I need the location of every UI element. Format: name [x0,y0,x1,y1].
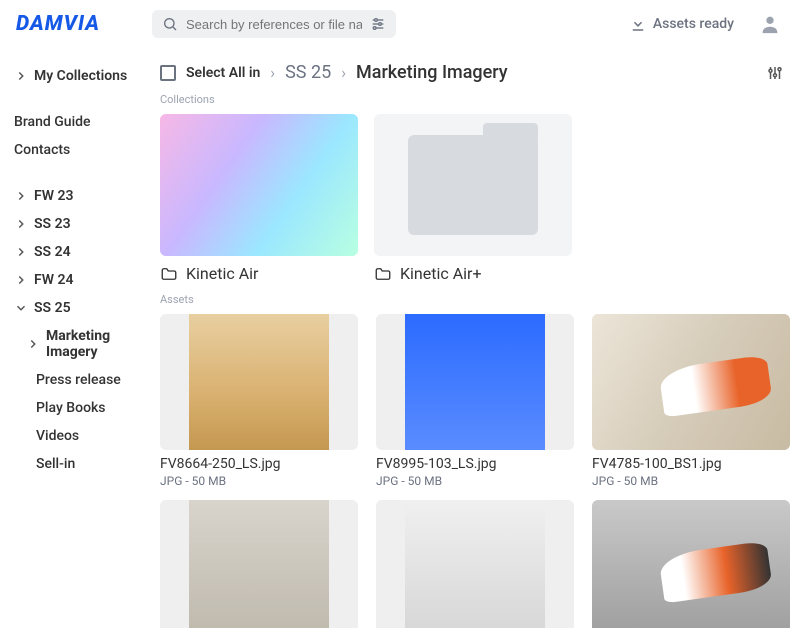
chevron-down-icon [14,301,28,315]
sidebar-item-label: Sell-in [36,456,75,472]
sidebar-season-ss24[interactable]: SS 24 [14,238,160,266]
assets-ready-button[interactable]: Assets ready [629,15,734,33]
sidebar-season-ss25[interactable]: SS 25 [14,294,160,322]
assets-section-label: Assets [160,293,784,306]
collection-name: Kinetic Air [186,264,258,283]
asset-thumb [160,314,358,450]
asset-filename: FV8664-250_LS.jpg [160,456,358,472]
search-box[interactable] [152,10,396,38]
asset-card[interactable]: FV4785-100_BS1.jpg JPG - 50 MB [592,314,790,488]
asset-filename: FV4785-100_BS1.jpg [592,456,790,472]
sidebar-item-label: Press release [36,372,121,388]
chevron-right-icon [14,217,28,231]
sidebar-sell-in[interactable]: Sell-in [26,450,160,478]
sidebar-brand-guide[interactable]: Brand Guide [14,108,160,136]
asset-filename: FV8995-103_LS.jpg [376,456,574,472]
sidebar-press-release[interactable]: Press release [26,366,160,394]
search-input[interactable] [186,17,362,32]
sidebar-item-label: SS 25 [34,300,71,316]
asset-card[interactable]: FV8995-103_LS.jpg JPG - 50 MB [376,314,574,488]
select-all-checkbox[interactable] [160,65,176,81]
sidebar-contacts[interactable]: Contacts [14,136,160,164]
sidebar-season-fw24[interactable]: FW 24 [14,266,160,294]
sidebar: My Collections Brand Guide Contacts FW 2… [0,48,160,628]
asset-meta: JPG - 50 MB [376,474,574,488]
collection-card[interactable]: Kinetic Air+ [374,114,572,283]
breadcrumb-bar: Select All in › SS 25 › Marketing Imager… [160,62,784,83]
chevron-right-icon [14,69,28,83]
search-icon [162,16,178,32]
asset-meta: JPG - 50 MB [160,474,358,488]
brand-logo[interactable]: DAMVIA [16,12,100,36]
select-all-label: Select All in [186,65,260,81]
user-menu[interactable] [756,10,784,38]
chevron-right-icon [14,245,28,259]
chevron-right-icon: › [341,63,346,82]
breadcrumb-current: Marketing Imagery [356,62,508,83]
sliders-icon [766,64,784,82]
filter-sliders-icon[interactable] [370,16,386,32]
asset-thumb [592,500,790,628]
empty-folder-icon [408,135,538,235]
collection-thumb [160,114,358,256]
asset-card[interactable] [376,500,574,628]
sidebar-my-collections[interactable]: My Collections [14,62,160,90]
download-icon [629,15,647,33]
sidebar-item-label: Contacts [14,142,70,158]
sidebar-season-ss23[interactable]: SS 23 [14,210,160,238]
asset-thumb [592,314,790,450]
asset-thumb [376,314,574,450]
breadcrumb-ss25[interactable]: SS 25 [285,62,331,83]
user-icon [759,13,781,35]
sidebar-item-label: SS 23 [34,216,71,232]
sidebar-marketing-imagery[interactable]: Marketing Imagery [26,322,160,366]
sidebar-item-label: SS 24 [34,244,71,260]
sidebar-season-fw23[interactable]: FW 23 [14,182,160,210]
collection-name: Kinetic Air+ [400,264,482,283]
sidebar-item-label: Marketing Imagery [46,328,160,360]
sidebar-item-label: My Collections [34,68,127,84]
asset-meta: JPG - 50 MB [592,474,790,488]
asset-card[interactable] [592,500,790,628]
asset-card[interactable]: FV8664-250_LS.jpg JPG - 50 MB [160,314,358,488]
sidebar-item-label: Brand Guide [14,114,91,130]
folder-icon [160,265,178,283]
collection-thumb [374,114,572,256]
folder-icon [374,265,392,283]
main-content: Select All in › SS 25 › Marketing Imager… [160,48,800,628]
settings-sliders-button[interactable] [766,64,784,82]
asset-thumb [376,500,574,628]
asset-thumb [160,500,358,628]
sidebar-item-label: Videos [36,428,79,444]
chevron-right-icon [14,189,28,203]
assets-ready-label: Assets ready [653,16,734,32]
sidebar-play-books[interactable]: Play Books [26,394,160,422]
chevron-right-icon: › [270,63,275,82]
top-bar: DAMVIA Assets ready [0,0,800,48]
collection-card[interactable]: Kinetic Air [160,114,358,283]
sidebar-item-label: FW 24 [34,272,73,288]
chevron-right-icon [26,337,40,351]
asset-card[interactable] [160,500,358,628]
sidebar-item-label: FW 23 [34,188,73,204]
chevron-right-icon [14,273,28,287]
collections-section-label: Collections [160,93,784,106]
sidebar-videos[interactable]: Videos [26,422,160,450]
sidebar-item-label: Play Books [36,400,106,416]
